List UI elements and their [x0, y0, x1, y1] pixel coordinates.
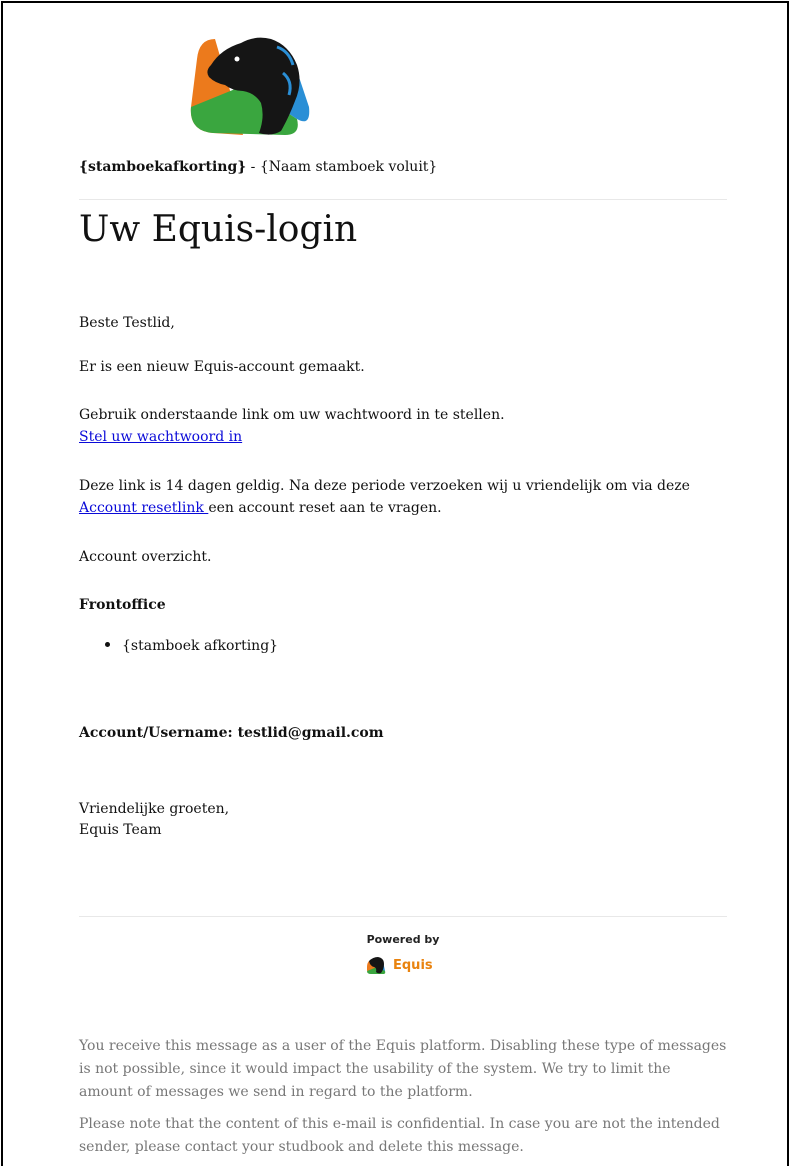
page-title: Uw Equis-login — [79, 209, 358, 250]
equis-brand: Equis — [365, 953, 433, 977]
account-username: Account/Username: testlid@gmail.com — [79, 725, 384, 741]
studbook-separator: - — [246, 159, 260, 175]
set-password-paragraph: Stel uw wachtwoord in — [79, 427, 727, 447]
frontoffice-list-item: {stamboek afkorting} — [105, 636, 278, 656]
footer-notice-usage: You receive this message as a user of th… — [79, 1038, 727, 1100]
frontoffice-heading: Frontoffice — [79, 597, 166, 613]
validity-text-after: een account reset aan te vragen. — [208, 500, 442, 516]
studbook-full-name: {Naam stamboek voluit} — [259, 159, 438, 175]
account-reset-link[interactable]: Account resetlink — [79, 500, 208, 516]
frontoffice-item-label: {stamboek afkorting} — [122, 638, 279, 654]
account-created-text: Er is een nieuw Equis-account gemaakt. — [79, 359, 365, 375]
footer-notice-confidential: Please note that the content of this e-m… — [79, 1116, 720, 1155]
use-link-text: Gebruik onderstaande link om uw wachtwoo… — [79, 407, 505, 423]
footer-divider — [79, 916, 727, 917]
studbook-header: {stamboekafkorting} - {Naam stamboek vol… — [79, 159, 437, 175]
header-divider — [79, 199, 727, 200]
closing-text: Vriendelijke groeten, — [79, 801, 230, 817]
studbook-abbreviation: {stamboekafkorting} — [79, 159, 247, 175]
bullet-icon — [105, 641, 110, 647]
set-password-link[interactable]: Stel uw wachtwoord in — [79, 429, 242, 445]
powered-by-label: Powered by — [366, 933, 440, 946]
equis-horse-logo-icon — [190, 37, 310, 135]
greeting: Beste Testlid, — [79, 315, 175, 331]
signature-text: Equis Team — [79, 822, 162, 838]
validity-text-before: Deze link is 14 dagen geldig. Na deze pe… — [79, 478, 690, 494]
equis-brand-icon — [367, 957, 386, 974]
validity-paragraph: Deze link is 14 dagen geldig. Na deze pe… — [79, 475, 727, 519]
email-frame: {stamboekafkorting} - {Naam stamboek vol… — [1, 1, 789, 1166]
account-overview-text: Account overzicht. — [79, 549, 212, 565]
brand-name: Equis — [393, 957, 433, 973]
